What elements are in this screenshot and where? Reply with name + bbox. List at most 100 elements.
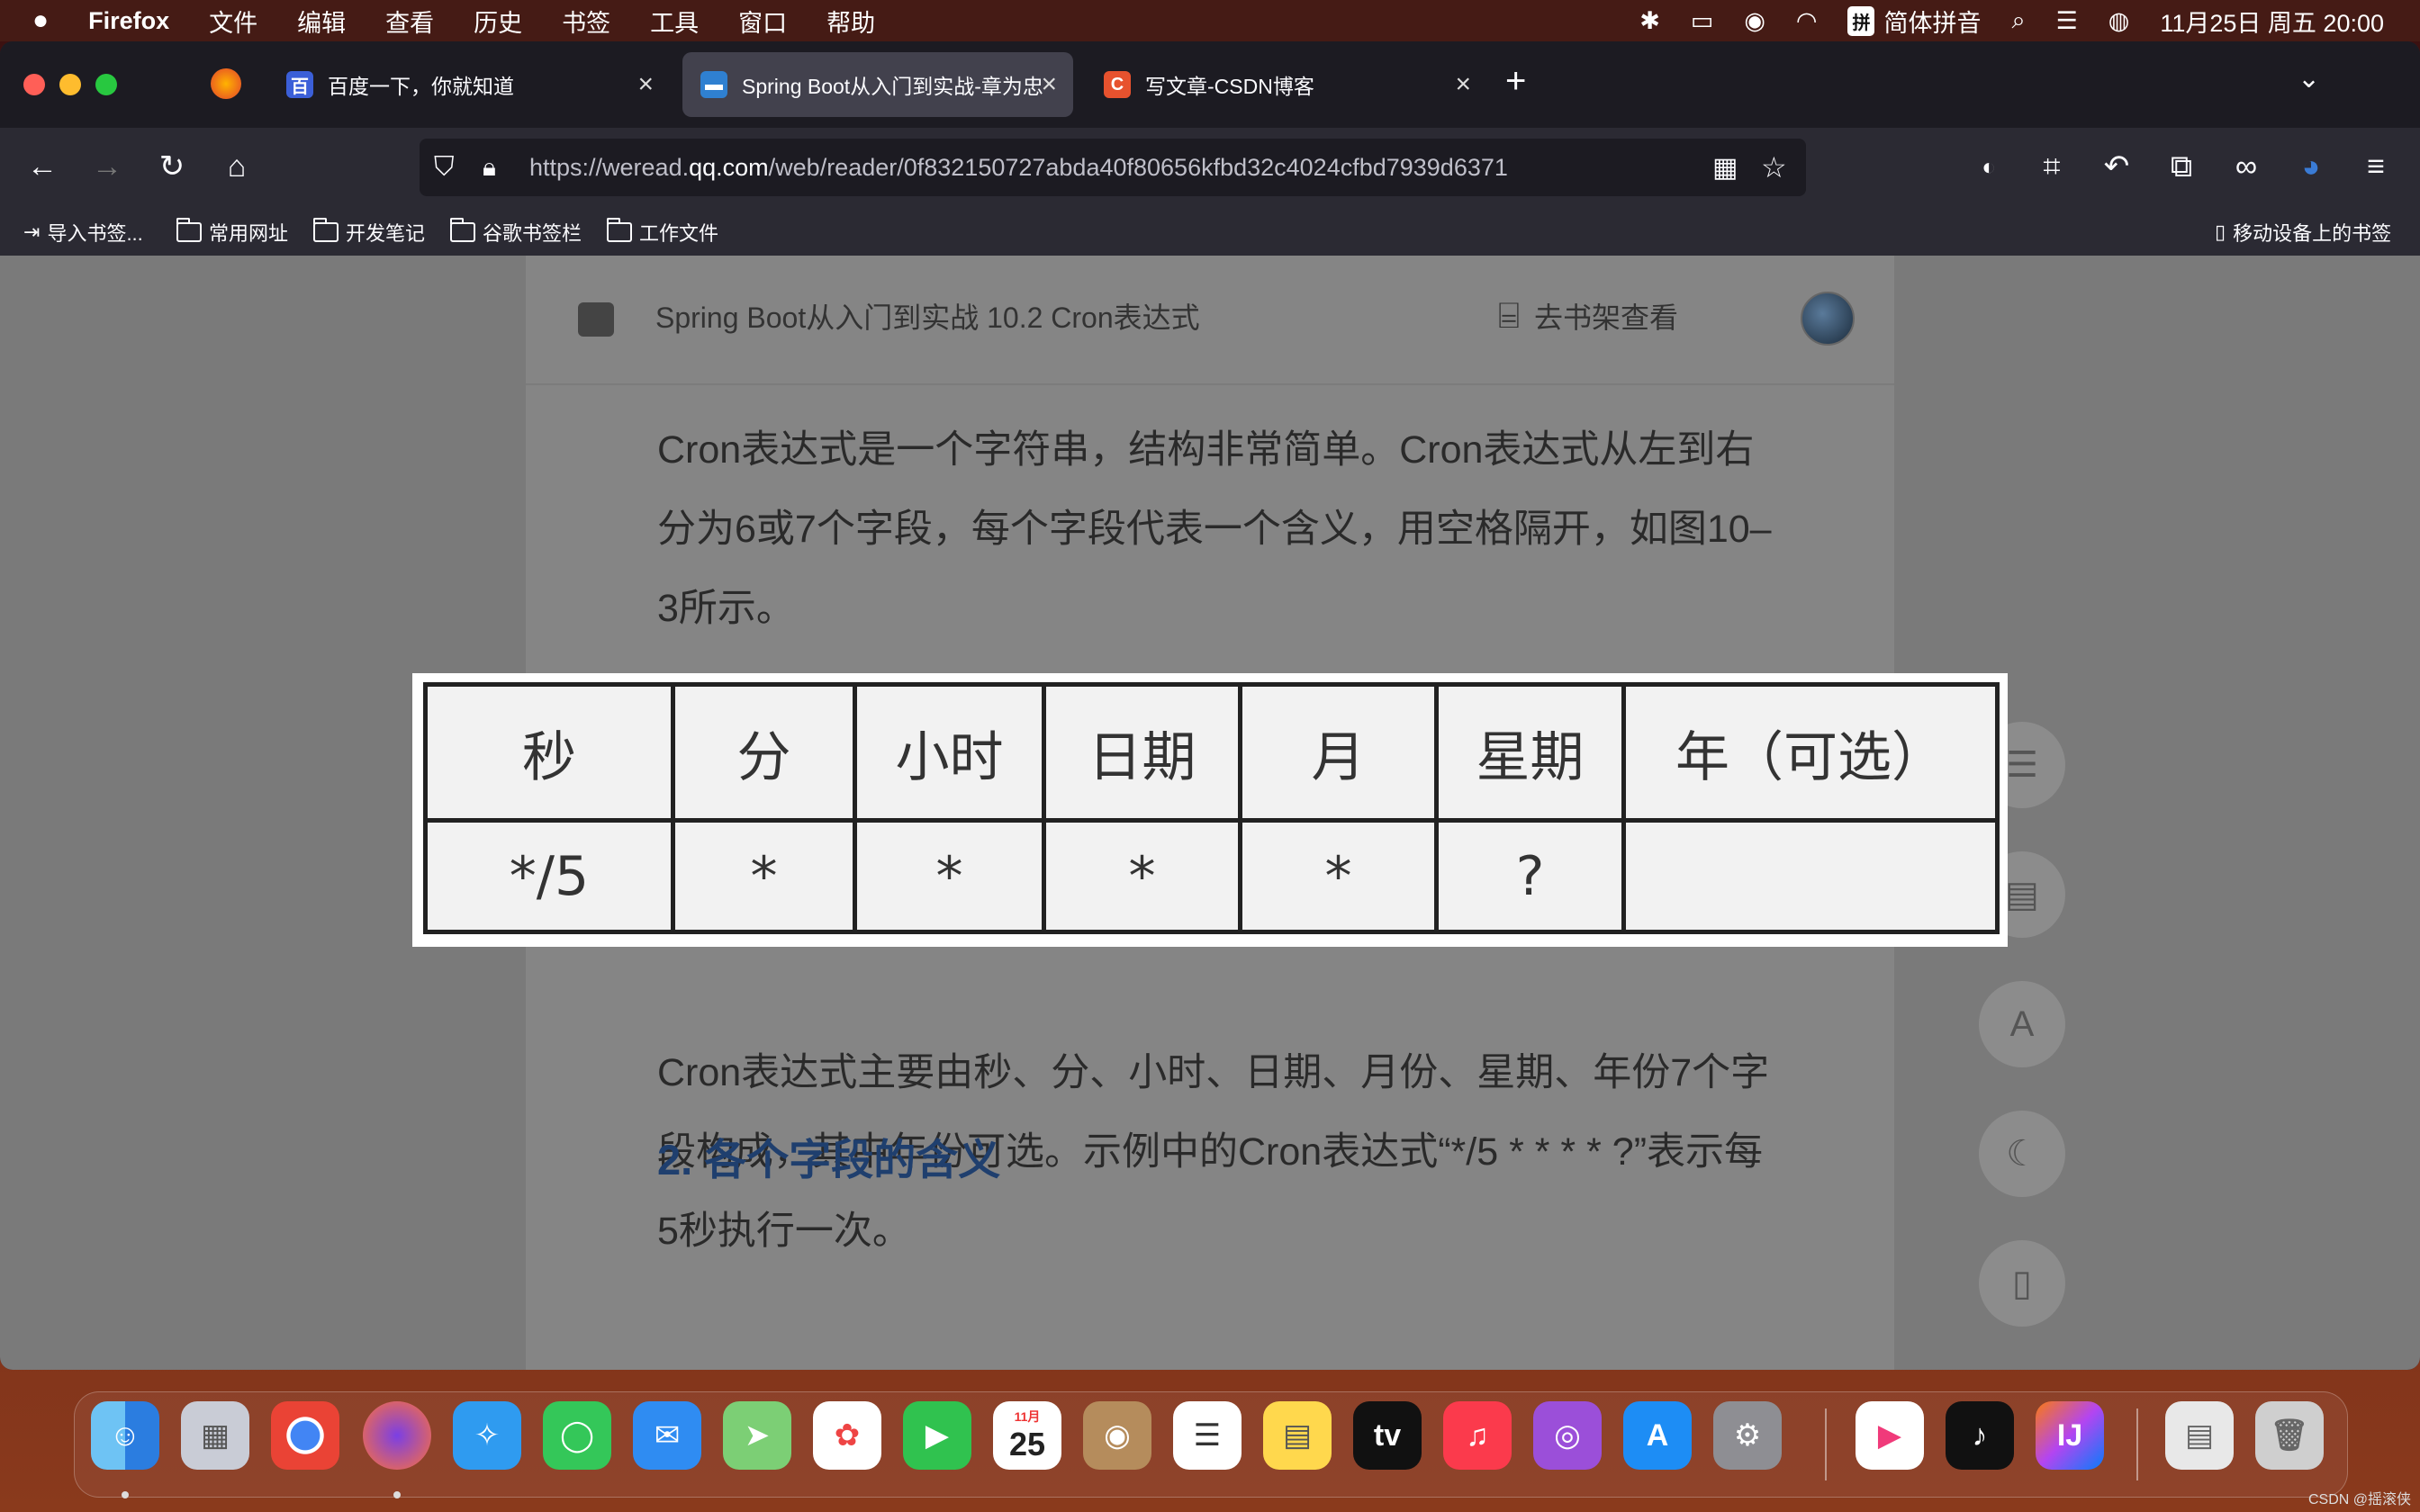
table-cell: * [1042, 818, 1242, 934]
figure-zoom-popup[interactable]: 秒 分 小时 日期 月 星期 年（可选） */5 * * * * ? [412, 673, 2008, 947]
shield-icon[interactable]: ⛉ [434, 152, 455, 183]
menu-edit[interactable]: 编辑 [297, 4, 346, 39]
infinity-icon[interactable]: ∞ [2226, 146, 2267, 187]
extensions-icon[interactable]: ⧉ [2161, 146, 2202, 187]
close-window-button[interactable] [23, 74, 45, 95]
control-center-icon[interactable]: ☰ [2056, 7, 2078, 35]
bookmark-import[interactable]: ⇥ 导入书签... [23, 218, 143, 247]
tab-csdn[interactable]: C 写文章-CSDN博客 × [1086, 52, 1487, 117]
close-tab-icon[interactable]: × [637, 69, 654, 100]
folder-icon [176, 218, 202, 242]
tab-baidu[interactable]: 百 百度一下，你就知道 × [268, 52, 670, 117]
bookmark-star-icon[interactable]: ☆ [1761, 150, 1787, 184]
bookmark-folder[interactable]: 常用网址 [176, 218, 288, 247]
maximize-window-button[interactable] [95, 74, 117, 95]
messages-icon[interactable]: ◯ [543, 1401, 611, 1470]
trash-icon[interactable]: 🗑︎ [2255, 1401, 2324, 1470]
menu-help[interactable]: 帮助 [826, 4, 875, 39]
bookmark-label: 工作文件 [639, 222, 719, 245]
calendar-icon[interactable]: 11月 25 [993, 1401, 1061, 1470]
finder-icon[interactable]: ☺ [91, 1401, 159, 1470]
siri-icon[interactable]: ◍ [2108, 7, 2130, 35]
url-bar[interactable]: ⛉ 🔒︎ https://weread.qq.com/web/reader/0f… [420, 139, 1806, 196]
menubar-clock[interactable]: 11月25日 周五 20:00 [2160, 4, 2384, 39]
reload-button[interactable]: ↻ [151, 146, 193, 187]
bookmark-folder[interactable]: 工作文件 [607, 218, 718, 247]
maps-icon[interactable]: ➤ [723, 1401, 791, 1470]
bluetooth-icon[interactable]: ✱ [1639, 7, 1660, 35]
menu-tools[interactable]: 工具 [650, 4, 699, 39]
lock-icon[interactable]: 🔒︎ [483, 153, 496, 183]
podcasts-icon[interactable]: ◎ [1533, 1401, 1602, 1470]
calendar-month: 11月 [1014, 1409, 1041, 1424]
account-icon[interactable]: ◕ [2290, 146, 2332, 187]
table-cell: * [853, 818, 1046, 934]
system-preferences-icon[interactable]: ⚙ [1713, 1401, 1782, 1470]
import-icon: ⇥ [23, 220, 41, 243]
font-settings-button[interactable]: A [1979, 981, 2065, 1067]
mobile-read-icon[interactable]: ▯ [1979, 1240, 2065, 1327]
menu-icon[interactable]: ≡ [2355, 146, 2397, 187]
firefox-icon[interactable] [363, 1401, 431, 1470]
apple-icon[interactable]: ● [32, 5, 49, 36]
launchpad-icon[interactable]: ▦ [181, 1401, 249, 1470]
mobile-device-icon: ▯ [2215, 220, 2226, 243]
tiktok-icon[interactable]: ♪ [1946, 1401, 2014, 1470]
table-cell: * [1238, 818, 1439, 934]
menu-view[interactable]: 查看 [385, 4, 434, 39]
contacts-icon[interactable]: ◉ [1083, 1401, 1151, 1470]
facetime-icon[interactable]: ▶ [903, 1401, 971, 1470]
menu-window[interactable]: 窗口 [738, 4, 787, 39]
tab-title: 百度一下，你就知道 [328, 75, 514, 98]
menu-app-name[interactable]: Firefox [88, 7, 169, 35]
search-icon[interactable]: ⌕ [2011, 6, 2025, 35]
baidu-icon: 百 [286, 71, 313, 98]
music-icon[interactable]: ♫ [1443, 1401, 1512, 1470]
undo-icon[interactable]: ↶ [2096, 146, 2137, 187]
back-button[interactable]: ← [22, 146, 63, 187]
input-method[interactable]: 拼 简体拼音 [1847, 4, 1981, 39]
home-button[interactable]: ⌂ [216, 146, 257, 187]
new-tab-button[interactable]: + [1505, 61, 1526, 102]
catalog-icon[interactable] [578, 302, 614, 337]
downloads-icon[interactable]: ▤ [2165, 1401, 2234, 1470]
youku-icon[interactable]: ▶ [1856, 1401, 1924, 1470]
crop-icon[interactable]: ⌗ [2031, 146, 2072, 187]
bookmark-folder[interactable]: 开发笔记 [313, 218, 425, 247]
close-tab-icon[interactable]: × [1041, 69, 1057, 100]
menu-history[interactable]: 历史 [474, 4, 522, 39]
extension-avatar-icon[interactable]: ◐ [1968, 146, 2009, 187]
safari-icon[interactable]: ✧ [453, 1401, 521, 1470]
app-store-icon[interactable]: A [1623, 1401, 1692, 1470]
wifi-icon[interactable]: ◠ [1796, 7, 1818, 35]
avatar[interactable] [1801, 292, 1855, 346]
chrome-icon[interactable] [271, 1401, 339, 1470]
close-tab-icon[interactable]: × [1455, 69, 1471, 100]
url-text[interactable]: https://weread.qq.com/web/reader/0f83215… [529, 154, 1508, 182]
forward-button[interactable]: → [86, 146, 128, 187]
bookshelf-link[interactable]: ⌸ 去书架查看 [1498, 295, 1678, 337]
apple-tv-icon[interactable]: tv [1353, 1401, 1422, 1470]
user-icon[interactable]: ◉ [1744, 7, 1765, 35]
bookmark-label: 谷歌书签栏 [483, 222, 582, 245]
menu-bookmarks[interactable]: 书签 [562, 4, 610, 39]
menu-file[interactable]: 文件 [209, 4, 257, 39]
tab-weread[interactable]: ▬ Spring Boot从入门到实战-章为忠 × [682, 52, 1073, 117]
dark-mode-icon[interactable]: ☾ [1979, 1111, 2065, 1197]
table-cell: */5 [423, 818, 675, 934]
battery-icon[interactable]: ▭ [1691, 7, 1714, 35]
mobile-bookmarks[interactable]: ▯ 移动设备上的书签 [2215, 218, 2391, 247]
reminders-icon[interactable]: ☰ [1173, 1401, 1242, 1470]
tab-bar: 百 百度一下，你就知道 × ▬ Spring Boot从入门到实战-章为忠 × … [0, 41, 2420, 128]
intellij-icon[interactable]: IJ [2036, 1401, 2104, 1470]
bookmark-folder[interactable]: 谷歌书签栏 [450, 218, 582, 247]
mail-icon[interactable]: ✉ [633, 1401, 701, 1470]
photos-icon[interactable]: ✿ [813, 1401, 881, 1470]
firefox-view-icon[interactable] [211, 68, 241, 99]
notes-app-icon[interactable]: ▤ [1263, 1401, 1332, 1470]
qr-code-icon[interactable]: ▦ [1712, 152, 1738, 184]
table-header-cell: 月 [1238, 681, 1439, 824]
table-header-cell: 年（可选） [1621, 681, 2000, 824]
tab-list-chevron-icon[interactable]: ⌄ [2298, 63, 2320, 94]
minimize-window-button[interactable] [59, 74, 81, 95]
